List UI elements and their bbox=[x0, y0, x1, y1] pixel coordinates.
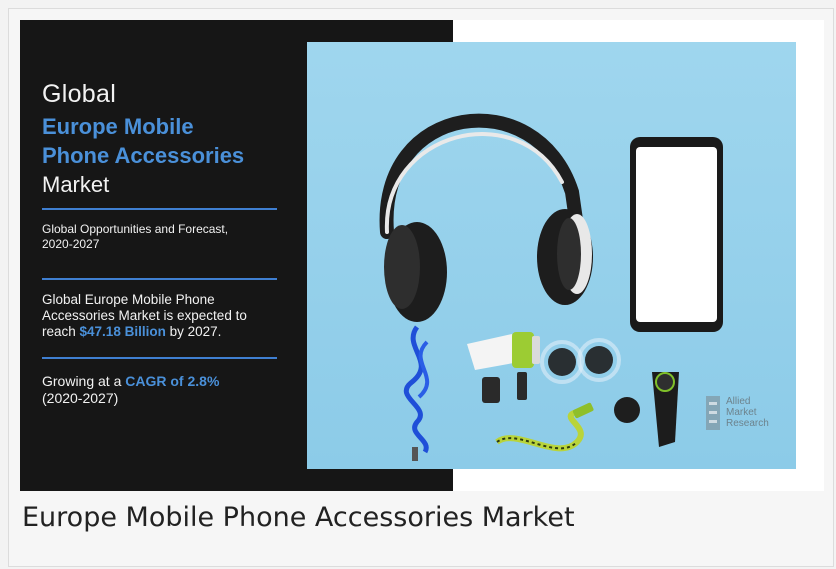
image-caption: Europe Mobile Phone Accessories Market bbox=[22, 502, 575, 533]
divider-1 bbox=[42, 208, 277, 210]
forecast-line3: reach $47.18 Billion by 2027. bbox=[42, 324, 292, 340]
cagr-text: Growing at a CAGR of 2.8% (2020-2027) bbox=[42, 373, 292, 407]
forecast-line2: Accessories Market is expected to bbox=[42, 308, 247, 323]
logo-mark-icon bbox=[706, 396, 720, 430]
logo-line1: Allied bbox=[726, 396, 751, 407]
market-heading: Market bbox=[42, 172, 110, 197]
divider-2 bbox=[42, 278, 277, 280]
adapter-icons bbox=[482, 372, 527, 403]
accessories-photo: Allied Market Research bbox=[307, 42, 796, 469]
forecast-text: Global Europe Mobile Phone Accessories M… bbox=[42, 292, 292, 340]
blue-cable-icon bbox=[403, 325, 430, 461]
forecast-prefix: reach bbox=[42, 324, 80, 339]
market-name-line1: Europe Mobile bbox=[42, 114, 194, 139]
forecast-suffix: by 2027. bbox=[165, 324, 222, 339]
headphones-icon bbox=[379, 113, 593, 322]
market-name-heading: Europe Mobile Phone Accessories bbox=[42, 112, 244, 170]
braided-cable-icon bbox=[495, 402, 594, 452]
logo-line2: Market bbox=[726, 407, 757, 418]
allied-market-research-logo: Allied Market Research bbox=[706, 394, 786, 434]
lens-clip-icon bbox=[614, 372, 679, 447]
market-name-line2: Phone Accessories bbox=[42, 143, 245, 168]
opportunities-line1: Global Opportunities and Forecast, bbox=[42, 222, 229, 236]
global-heading: Global bbox=[42, 80, 117, 108]
opportunities-line2: 2020-2027 bbox=[42, 237, 100, 251]
suction-pad-icons bbox=[540, 338, 621, 384]
divider-3 bbox=[42, 357, 277, 359]
logo-line3: Research bbox=[726, 418, 769, 429]
car-charger-icon bbox=[467, 332, 540, 370]
cagr-value: CAGR of 2.8% bbox=[125, 373, 220, 389]
market-infographic: Global Europe Mobile Phone Accessories M… bbox=[20, 20, 824, 491]
forecast-value: $47.18 Billion bbox=[79, 324, 166, 339]
smartphone-icon bbox=[630, 137, 723, 332]
cagr-prefix: Growing at a bbox=[42, 373, 126, 389]
cagr-line1: Growing at a CAGR of 2.8% bbox=[42, 373, 292, 390]
forecast-line1: Global Europe Mobile Phone bbox=[42, 292, 215, 307]
cagr-period: (2020-2027) bbox=[42, 390, 119, 406]
opportunities-text: Global Opportunities and Forecast, 2020-… bbox=[42, 222, 282, 252]
